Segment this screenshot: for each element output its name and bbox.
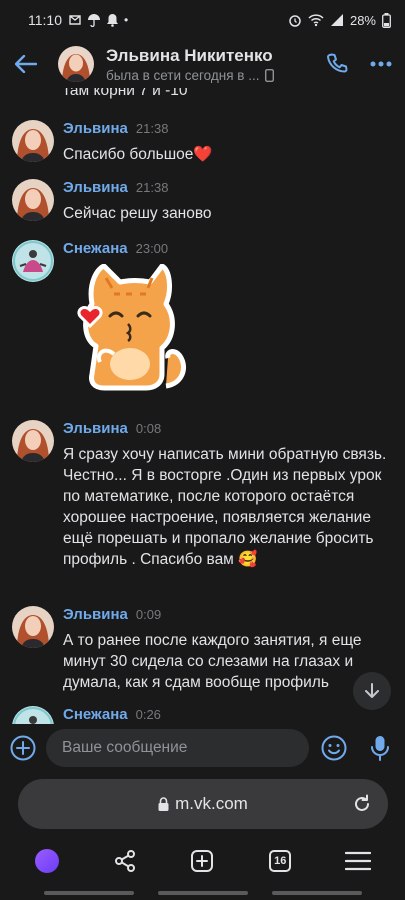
tabs-count: 16	[269, 850, 292, 872]
message-author[interactable]: Снежана	[63, 240, 128, 257]
message-avatar[interactable]	[12, 120, 54, 162]
plus-square-icon	[191, 850, 214, 872]
browser-nav-bar: 16	[0, 836, 405, 886]
voice-message-button[interactable]	[357, 724, 403, 772]
message-meta: Снежана 23:00	[63, 240, 168, 257]
header-info[interactable]: Эльвина Никитенко была в сети сегодня в …	[106, 46, 317, 83]
message-time: 0:09	[135, 607, 162, 622]
gesture-bar-center	[158, 891, 248, 895]
notification-icons: •	[68, 13, 128, 27]
message-author[interactable]: Эльвина	[63, 179, 128, 196]
message-avatar[interactable]	[12, 179, 54, 221]
battery-percent: 28%	[349, 12, 376, 28]
message-text: Я сразу хочу написать мини обратную связ…	[63, 446, 387, 568]
signal-icon	[330, 14, 343, 26]
message-item: Эльвина 21:38 Спасибо большое❤️	[0, 120, 405, 170]
battery-icon	[382, 12, 391, 28]
share-button[interactable]	[101, 837, 149, 885]
message-item: Эльвина 0:09 А то ранее после каждого за…	[0, 606, 405, 696]
mail-icon	[69, 15, 81, 25]
message-meta: Эльвина 21:38	[63, 179, 168, 196]
message-meta: Эльвина 0:08	[63, 420, 161, 437]
hamburger-menu-icon	[345, 851, 372, 871]
header-avatar[interactable]	[58, 46, 94, 82]
message-avatar[interactable]	[12, 706, 54, 724]
last-seen-text: была в сети сегодня в ...	[106, 67, 260, 83]
reload-icon	[355, 794, 369, 811]
message-composer	[0, 724, 405, 772]
message-item: Эльвина 21:38 Сейчас решу заново	[0, 179, 405, 229]
message-text: А то ранее после каждого занятия, я еще …	[63, 632, 362, 691]
message-time: 0:08	[135, 421, 162, 436]
chat-header: Эльвина Никитенко была в сети сегодня в …	[0, 40, 405, 88]
umbrella-icon	[88, 14, 100, 27]
phone-icon	[327, 53, 348, 73]
message-input[interactable]	[46, 729, 309, 767]
dot-icon: •	[124, 13, 129, 27]
arrow-left-icon	[15, 55, 37, 73]
message-author[interactable]: Эльвина	[63, 120, 128, 137]
message-avatar[interactable]	[12, 606, 54, 648]
alice-icon	[34, 849, 59, 873]
wifi-icon	[308, 14, 324, 27]
smile-icon	[321, 735, 347, 761]
url-text: m.vk.com	[175, 794, 248, 813]
message-meta: Эльвина 21:38	[63, 120, 168, 137]
lock-icon	[158, 797, 169, 811]
call-button[interactable]	[317, 40, 357, 88]
message-time: 23:00	[135, 241, 169, 256]
new-tab-button[interactable]	[178, 837, 226, 885]
message-item: Снежана 23:00	[0, 240, 405, 400]
gesture-bar-left	[44, 891, 134, 895]
message-author[interactable]: Эльвина	[63, 606, 128, 623]
message-text-cut: там корни 7 и -10	[63, 88, 188, 99]
message-author[interactable]: Эльвина	[63, 420, 128, 437]
url-field[interactable]: m.vk.com	[18, 779, 388, 829]
message-text: Спасибо большое❤️	[63, 146, 213, 163]
bell-icon	[107, 14, 118, 27]
message-item: Эльвина 0:08 Я сразу хочу написать мини …	[0, 420, 405, 595]
message-avatar[interactable]	[12, 240, 54, 282]
contact-name: Эльвина Никитенко	[106, 45, 273, 65]
message-text: Сейчас решу заново	[63, 205, 212, 222]
attach-button[interactable]	[0, 724, 46, 772]
share-icon	[114, 850, 135, 872]
message-author[interactable]: Снежана	[63, 706, 128, 723]
alarm-icon	[289, 15, 301, 27]
microphone-icon	[371, 736, 389, 761]
contact-status: была в сети сегодня в ...	[106, 68, 317, 83]
message-time: 0:26	[135, 707, 161, 722]
more-dots-icon	[370, 61, 392, 67]
plus-circle-icon	[10, 735, 36, 761]
message-time: 21:38	[135, 121, 169, 136]
status-time: 11:10	[28, 12, 62, 28]
system-icons: 28%	[288, 12, 391, 28]
arrow-down-icon	[365, 683, 379, 698]
message-list[interactable]: там корни 7 и -10 Эльвина 21:38 Спасибо …	[0, 88, 405, 724]
more-options-button[interactable]	[357, 40, 405, 88]
emoji-button[interactable]	[311, 724, 357, 772]
alice-assistant-button[interactable]	[23, 837, 71, 885]
back-button[interactable]	[0, 40, 52, 88]
message-time: 21:38	[135, 180, 169, 195]
message-meta: Снежана 0:26	[63, 706, 161, 723]
tabs-button[interactable]: 16	[256, 837, 304, 885]
scroll-down-button[interactable]	[353, 672, 391, 710]
browser-address-bar: m.vk.com	[0, 772, 405, 836]
cat-kiss-sticker-icon	[77, 263, 186, 391]
mobile-icon	[265, 68, 275, 82]
reload-button[interactable]	[350, 792, 374, 816]
message-item: Снежана 0:26	[0, 706, 405, 724]
menu-button[interactable]	[334, 837, 382, 885]
status-bar: 11:10 • 28%	[0, 0, 405, 40]
cat-sticker[interactable]	[70, 263, 192, 394]
gesture-bar-right	[272, 891, 362, 895]
message-avatar[interactable]	[12, 420, 54, 462]
message-meta: Эльвина 0:09	[63, 606, 161, 623]
